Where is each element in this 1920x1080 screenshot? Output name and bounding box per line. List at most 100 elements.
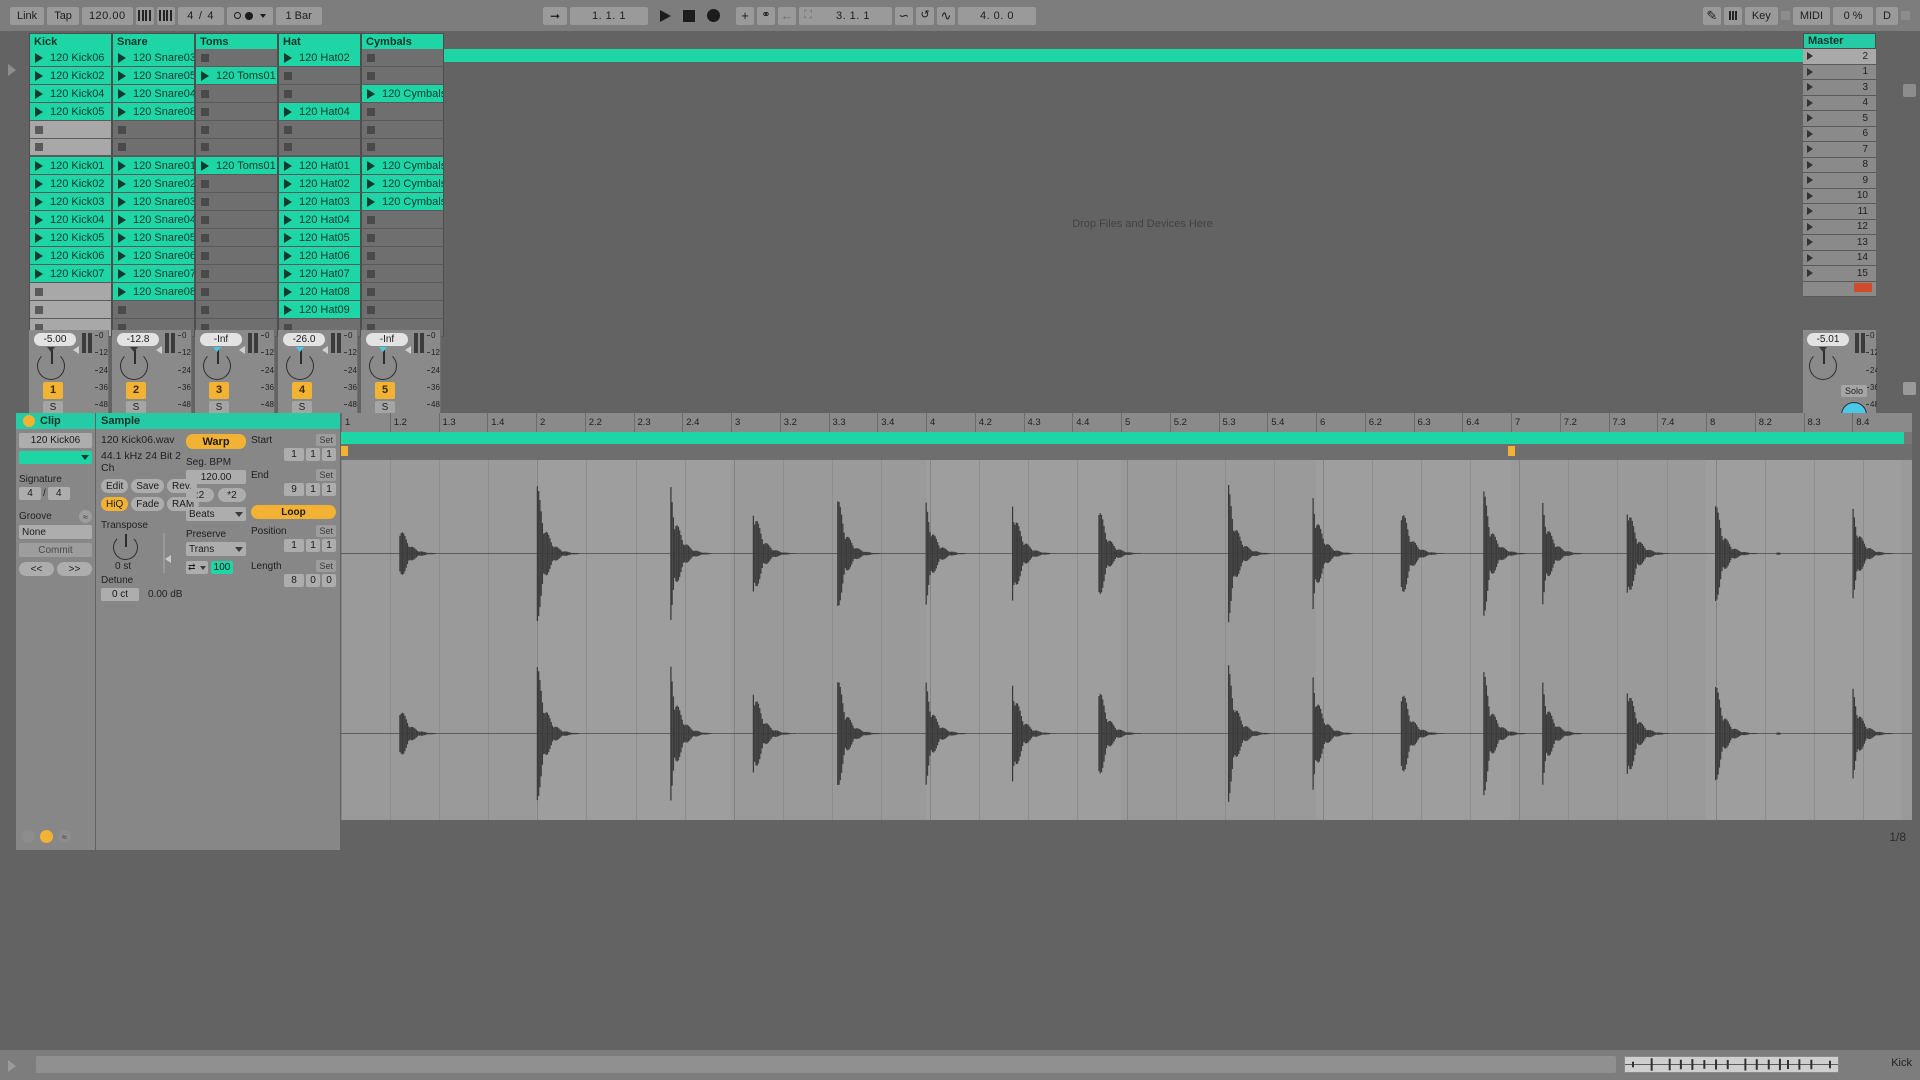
track-activator-button[interactable]: 4 xyxy=(292,382,312,399)
clip-play-icon[interactable] xyxy=(113,283,130,300)
volume-slider-handle[interactable] xyxy=(239,346,245,354)
tap-tempo-button[interactable]: Tap xyxy=(47,7,79,25)
loop-brace[interactable] xyxy=(341,432,1912,444)
clip-slot-empty[interactable] xyxy=(361,247,444,265)
start-bars[interactable]: 1 xyxy=(284,448,304,461)
time-signature-field[interactable]: 4 / 4 xyxy=(178,7,224,25)
save-clip-button[interactable]: Save xyxy=(131,479,164,493)
clip-stop-icon[interactable] xyxy=(30,121,47,138)
clip-slot-filled[interactable]: 120 Snare06 xyxy=(112,247,195,265)
scene-row[interactable]: 9 xyxy=(1803,173,1876,189)
clip-slot-filled[interactable]: 120 Kick03 xyxy=(29,193,112,211)
clip-play-icon[interactable] xyxy=(113,175,130,192)
clip-slot-empty[interactable] xyxy=(29,121,112,139)
track-header[interactable]: Cymbals xyxy=(361,33,444,49)
clip-slot-empty[interactable] xyxy=(195,103,278,121)
arrangement-position[interactable]: 1. 1. 1 xyxy=(570,7,648,25)
clip-play-icon[interactable] xyxy=(113,85,130,102)
clip-stop-icon[interactable] xyxy=(196,229,213,246)
clip-stop-icon[interactable] xyxy=(196,193,213,210)
automation-arm-icon[interactable]: ⚭ xyxy=(757,7,775,25)
clip-play-icon[interactable] xyxy=(279,193,296,210)
clip-slot-empty[interactable] xyxy=(112,301,195,319)
clip-slot-empty[interactable] xyxy=(361,139,444,157)
drop-files-area[interactable]: Drop Files and Devices Here xyxy=(440,64,1845,384)
key-map-button[interactable]: Key xyxy=(1745,7,1778,25)
groove-pool-icon[interactable]: ≈ xyxy=(79,510,92,523)
scene-launch-icon[interactable] xyxy=(1803,145,1817,153)
scene-launch-icon[interactable] xyxy=(1803,161,1817,169)
clip-slot-empty[interactable] xyxy=(195,139,278,157)
track-activator-button[interactable]: 2 xyxy=(126,382,146,399)
position-sixteenths[interactable]: 1 xyxy=(322,539,336,552)
clip-play-icon[interactable] xyxy=(279,247,296,264)
loop-icon[interactable]: ↺ xyxy=(916,7,934,25)
pan-knob[interactable] xyxy=(369,352,397,380)
clip-slot-filled[interactable]: 120 Kick02 xyxy=(29,175,112,193)
clip-stop-icon[interactable] xyxy=(362,139,379,156)
transpose-value[interactable]: 0 st xyxy=(115,561,131,572)
end-bars[interactable]: 9 xyxy=(284,483,304,496)
clip-play-icon[interactable] xyxy=(279,157,296,174)
quantization-menu[interactable]: 1 Bar xyxy=(276,7,322,25)
clip-slot-filled[interactable]: 120 Cymbals02 xyxy=(361,85,444,103)
clip-stop-icon[interactable] xyxy=(362,121,379,138)
clip-play-icon[interactable] xyxy=(30,67,47,84)
track-header[interactable]: Snare xyxy=(112,33,195,49)
end-set-button[interactable]: Set xyxy=(316,469,336,481)
clip-slot-empty[interactable] xyxy=(29,283,112,301)
scene-launch-icon[interactable] xyxy=(1803,238,1817,246)
track-activator-button[interactable]: 3 xyxy=(209,382,229,399)
clip-slot-filled[interactable]: 120 Hat04 xyxy=(278,211,361,229)
warp-button[interactable]: Warp xyxy=(186,434,246,449)
clip-slot-empty[interactable] xyxy=(278,121,361,139)
transient-envelope-value[interactable]: 100 xyxy=(211,561,233,574)
clip-play-icon[interactable] xyxy=(279,283,296,300)
clip-slot-filled[interactable]: 120 Kick01 xyxy=(29,157,112,175)
loop-length-field[interactable]: 4. 0. 0 xyxy=(958,7,1036,25)
stop-all-clips-icon[interactable] xyxy=(1854,283,1872,292)
clip-stop-icon[interactable] xyxy=(196,301,213,318)
clip-slot-empty[interactable] xyxy=(112,139,195,157)
clip-stop-icon[interactable] xyxy=(362,67,379,84)
link-button[interactable]: Link xyxy=(10,7,44,25)
clip-slot-empty[interactable] xyxy=(361,67,444,85)
warp-marker-lane[interactable] xyxy=(341,444,1912,460)
scene-row[interactable]: 11 xyxy=(1803,204,1876,220)
volume-slider-handle[interactable] xyxy=(73,346,79,354)
scene-launch-icon[interactable] xyxy=(1803,223,1817,231)
reenable-automation-icon[interactable]: ← xyxy=(778,7,796,25)
clip-stop-icon[interactable] xyxy=(196,139,213,156)
length-sixteenths[interactable]: 0 xyxy=(322,574,336,587)
clip-stop-icon[interactable] xyxy=(113,121,130,138)
clip-play-icon[interactable] xyxy=(279,265,296,282)
length-beats[interactable]: 0 xyxy=(306,574,320,587)
clip-stop-icon[interactable] xyxy=(279,139,296,156)
scene-row[interactable]: 6 xyxy=(1803,127,1876,143)
play-button[interactable] xyxy=(660,10,671,22)
clip-play-icon[interactable] xyxy=(362,157,379,174)
clip-slot-empty[interactable] xyxy=(195,265,278,283)
clip-slot-empty[interactable] xyxy=(361,265,444,283)
clip-play-icon[interactable] xyxy=(30,265,47,282)
record-button[interactable] xyxy=(707,9,720,22)
clip-play-icon[interactable] xyxy=(196,67,213,84)
envelopes-icon[interactable] xyxy=(22,830,35,843)
clip-slot-filled[interactable]: 120 Hat09 xyxy=(278,301,361,319)
clip-stop-icon[interactable] xyxy=(196,247,213,264)
clip-stop-icon[interactable] xyxy=(362,247,379,264)
end-sixteenths[interactable]: 1 xyxy=(322,483,336,496)
clip-play-icon[interactable] xyxy=(279,175,296,192)
clip-play-icon[interactable] xyxy=(113,157,130,174)
start-beats[interactable]: 1 xyxy=(306,448,320,461)
follow-icon[interactable] xyxy=(157,7,175,25)
clip-slot-filled[interactable]: 120 Hat05 xyxy=(278,229,361,247)
clip-play-icon[interactable] xyxy=(30,49,47,66)
waveform-display[interactable] xyxy=(341,460,1912,820)
clip-slot-empty[interactable] xyxy=(195,85,278,103)
clip-play-icon[interactable] xyxy=(362,193,379,210)
pan-knob[interactable] xyxy=(203,352,231,380)
clip-slot-filled[interactable]: 120 Snare04 xyxy=(112,211,195,229)
master-track-header[interactable]: Master xyxy=(1803,33,1876,49)
scene-row[interactable]: 5 xyxy=(1803,111,1876,127)
